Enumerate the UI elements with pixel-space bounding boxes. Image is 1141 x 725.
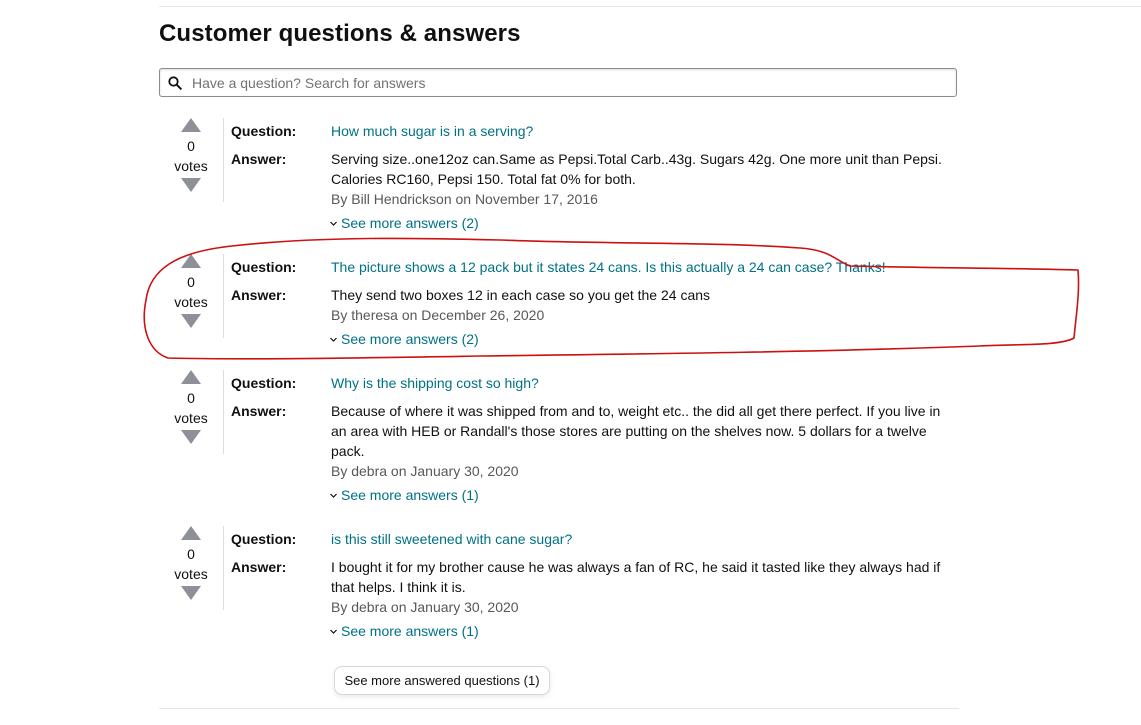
see-more-answers-label: See more answers (1) — [341, 487, 479, 503]
search-input[interactable] — [190, 69, 956, 96]
see-more-answers-link[interactable]: See more answers (2) — [329, 213, 479, 233]
vote-count: 0 — [187, 274, 195, 290]
question-link[interactable]: Why is the shipping cost so high? — [331, 373, 539, 393]
downvote-arrow-icon[interactable] — [181, 314, 201, 328]
chevron-down-icon — [329, 491, 338, 500]
question-label: Question: — [231, 531, 297, 547]
vote-widget: 0 votes — [159, 370, 223, 444]
upvote-arrow-icon[interactable] — [181, 370, 201, 384]
vote-divider — [223, 254, 224, 338]
see-more-answers-label: See more answers (2) — [341, 215, 479, 231]
bottom-divider — [159, 708, 959, 709]
chevron-down-icon — [329, 219, 338, 228]
answer-byline: By debra on January 30, 2020 — [331, 463, 519, 479]
qa-item: 0 votes Question: How much sugar is in a… — [159, 118, 979, 231]
answer-label: Answer: — [231, 403, 287, 419]
see-more-answers-label: See more answers (1) — [341, 623, 479, 639]
see-more-answered-questions-button[interactable]: See more answered questions (1) — [334, 666, 550, 695]
question-link[interactable]: How much sugar is in a serving? — [331, 121, 533, 141]
answer-text: Because of where it was shipped from and… — [331, 403, 941, 459]
votes-label: votes — [174, 158, 208, 174]
see-more-answers-label: See more answers (2) — [341, 331, 479, 347]
vote-divider — [223, 526, 224, 610]
qa-item: 0 votes Question: Why is the shipping co… — [159, 370, 979, 503]
answer-label: Answer: — [231, 287, 287, 303]
search-box[interactable] — [159, 68, 957, 97]
votes-label: votes — [174, 566, 208, 582]
votes-label: votes — [174, 294, 208, 310]
qa-item: 0 votes Question: The picture shows a 12… — [159, 254, 979, 347]
top-divider — [159, 6, 1141, 7]
answer-text: Serving size..one12oz can.Same as Pepsi.… — [331, 151, 942, 187]
see-more-answers-link[interactable]: See more answers (1) — [329, 485, 479, 505]
see-more-answers-link[interactable]: See more answers (2) — [329, 329, 479, 349]
downvote-arrow-icon[interactable] — [181, 178, 201, 192]
answer-label: Answer: — [231, 151, 287, 167]
upvote-arrow-icon[interactable] — [181, 118, 201, 132]
vote-widget: 0 votes — [159, 254, 223, 328]
vote-count: 0 — [187, 390, 195, 406]
section-title: Customer questions & answers — [159, 20, 521, 47]
chevron-down-icon — [329, 627, 338, 636]
see-more-answers-link[interactable]: See more answers (1) — [329, 621, 479, 641]
vote-divider — [223, 118, 224, 202]
vote-widget: 0 votes — [159, 118, 223, 192]
vote-count: 0 — [187, 138, 195, 154]
question-label: Question: — [231, 259, 297, 275]
answer-text: They send two boxes 12 in each case so y… — [331, 287, 711, 303]
votes-label: votes — [174, 410, 208, 426]
question-link[interactable]: is this still sweetened with cane sugar? — [331, 529, 572, 549]
vote-count: 0 — [187, 546, 195, 562]
answer-byline: By theresa on December 26, 2020 — [331, 307, 545, 323]
answer-text: I bought it for my brother cause he was … — [331, 559, 941, 595]
qa-item: 0 votes Question: is this still sweetene… — [159, 526, 979, 639]
upvote-arrow-icon[interactable] — [181, 526, 201, 540]
question-label: Question: — [231, 123, 297, 139]
chevron-down-icon — [329, 335, 338, 344]
downvote-arrow-icon[interactable] — [181, 430, 201, 444]
answer-label: Answer: — [231, 559, 287, 575]
answer-byline: By Bill Hendrickson on November 17, 2016 — [331, 191, 598, 207]
upvote-arrow-icon[interactable] — [181, 254, 201, 268]
answer-byline: By debra on January 30, 2020 — [331, 599, 519, 615]
search-icon — [168, 75, 184, 91]
question-label: Question: — [231, 375, 297, 391]
vote-widget: 0 votes — [159, 526, 223, 600]
downvote-arrow-icon[interactable] — [181, 586, 201, 600]
question-link[interactable]: The picture shows a 12 pack but it state… — [331, 257, 886, 277]
vote-divider — [223, 370, 224, 454]
